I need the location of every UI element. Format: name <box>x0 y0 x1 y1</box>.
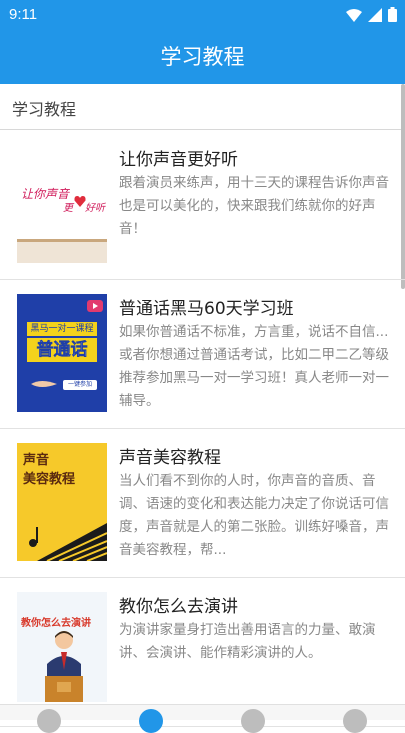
hand-icon <box>31 381 57 387</box>
profile-icon[interactable] <box>343 709 367 733</box>
thumb-text: 更 <box>63 203 73 214</box>
section-title: 学习教程 <box>12 100 77 119</box>
thumb-text: 好听 <box>85 203 105 214</box>
course-title: 让你声音更好听 <box>119 150 238 170</box>
thumb-text: 黑马一对一课程 <box>27 322 97 336</box>
course-description: 当人们看不到你的人时，你声音的音质、音调、语速的变化和表达能力决定了你说话可信度… <box>119 473 389 558</box>
wifi-icon <box>346 8 362 22</box>
thumb-text: 美容教程 <box>23 472 76 487</box>
course-thumbnail: 声音 美容教程 <box>17 443 107 561</box>
course-description: 如果你普通话不标准，方言重，说话不自信... 或者你想通过普通话考试，比如二甲二… <box>119 324 389 409</box>
course-title: 教你怎么去演讲 <box>119 597 238 617</box>
battery-icon <box>388 7 397 22</box>
status-time: 9:11 <box>9 6 38 23</box>
thumb-floor <box>17 239 107 263</box>
status-icons <box>346 7 397 22</box>
thumb-text: 一键参加 <box>63 380 97 390</box>
section-header: 学习教程 <box>0 84 405 130</box>
course-thumbnail: 教你怎么去演讲 <box>17 592 107 702</box>
course-title: 普通话黑马60天学习班 <box>119 299 294 319</box>
home-icon[interactable] <box>37 709 61 733</box>
app-bar: 学习教程 <box>0 30 405 84</box>
speaker-figure-icon <box>45 631 83 702</box>
course-item[interactable]: 让你声音 更 好听 让你声音更好听 跟着演员来练声，用十三天的课程告诉你声音也是… <box>0 131 405 280</box>
course-description: 跟着演员来练声，用十三天的课程告诉你声音也是可以美化的，快来跟我们练就你的好声音… <box>119 175 389 237</box>
app-title: 学习教程 <box>160 45 245 69</box>
course-list: 让你声音 更 好听 让你声音更好听 跟着演员来练声，用十三天的课程告诉你声音也是… <box>0 131 405 727</box>
book-icon[interactable] <box>241 709 265 733</box>
status-bar: 9:11 <box>0 0 405 30</box>
course-title: 声音美容教程 <box>119 448 221 468</box>
course-description: 为演讲家量身打造出善用语言的力量、敢演讲、会演讲、能作精彩演讲的人。 <box>119 622 376 661</box>
course-item[interactable]: 黑马一对一课程 普通话 一键参加 普通话黑马60天学习班 如果你普通话不标准，方… <box>0 280 405 429</box>
thumb-text: 让你声音 <box>21 187 70 201</box>
signal-icon <box>368 7 382 22</box>
course-item[interactable]: 声音 美容教程 声音美容教程 当人们看不到你的人时，你声音的音质、音调、语速的变… <box>0 429 405 578</box>
bottom-navigation <box>0 704 405 733</box>
video-play-icon <box>87 300 103 312</box>
course-thumbnail: 黑马一对一课程 普通话 一键参加 <box>17 294 107 412</box>
tutorial-icon[interactable] <box>139 709 163 733</box>
course-thumbnail: 让你声音 更 好听 <box>17 145 107 263</box>
thumb-text: 声音 <box>23 453 50 468</box>
thumb-text: 普通话 <box>27 338 97 362</box>
thumb-text: 教你怎么去演讲 <box>21 618 91 629</box>
piano-keys-icon <box>29 523 107 561</box>
